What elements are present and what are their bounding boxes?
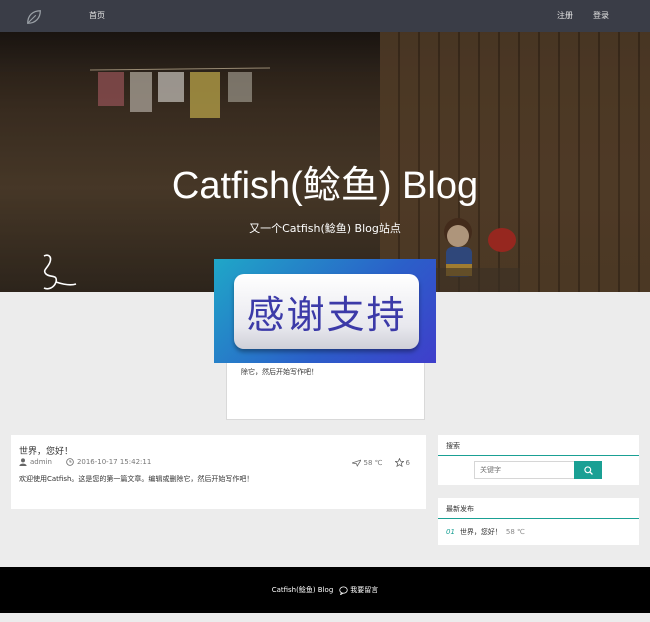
footer-guestbook-link[interactable]: 我要留言 (350, 585, 378, 595)
clock-icon (66, 458, 74, 466)
hero-title: Catfish(鲶鱼) Blog (171, 165, 479, 207)
latest-post-item[interactable]: 01 世界，您好！ 58 ℃ (446, 527, 525, 537)
nav-login-link[interactable]: 登录 (593, 10, 609, 21)
thanks-banner-plate: 感谢支持 (234, 274, 419, 349)
hero-banner: Catfish(鲶鱼) Blog 又一个Catfish(鲶鱼) Blog站点 (0, 32, 650, 292)
latest-posts-widget: 最新发布 01 世界，您好！ 58 ℃ (438, 498, 639, 545)
thanks-banner-image[interactable]: 感谢支持 (214, 259, 436, 363)
hero-subtitle: 又一个Catfish(鲶鱼) Blog站点 (249, 222, 401, 235)
nav-register-link[interactable]: 注册 (557, 10, 573, 21)
post-author[interactable]: admin (30, 458, 52, 466)
top-navbar: 首页 注册 登录 (0, 0, 650, 32)
star-icon[interactable] (394, 458, 404, 467)
footer-site-name: Catfish(鲶鱼) Blog (271, 586, 334, 594)
search-input[interactable] (474, 461, 575, 479)
thanks-banner-text: 感谢支持 (246, 293, 407, 337)
post-date: 2016-10-17 15:42:11 (76, 458, 152, 466)
search-button[interactable] (574, 461, 602, 479)
post-favorites: 6 (405, 458, 410, 467)
post-title-link[interactable]: 世界，您好！ (19, 444, 73, 457)
post-meta: admin 2016-10-17 15:42:11 (19, 458, 151, 466)
footer: Catfish(鲶鱼) Blog 我要留言 (0, 567, 650, 613)
post-views: 58 ℃ (363, 458, 383, 467)
search-icon (583, 465, 593, 475)
user-icon (19, 458, 27, 466)
nav-home-link[interactable]: 首页 (89, 10, 105, 21)
search-widget-title: 搜索 (438, 435, 639, 456)
chat-bubble-icon (339, 585, 348, 595)
plane-icon (351, 459, 361, 467)
latest-post-number: 01 (446, 528, 455, 536)
latest-post-title[interactable]: 世界，您好！ (460, 527, 502, 537)
latest-post-views: 58 ℃ (505, 528, 525, 536)
latest-widget-title: 最新发布 (438, 498, 639, 519)
leaf-logo-icon[interactable] (25, 8, 43, 26)
post-card: 世界，您好！ admin 2016-10-17 15:42:11 58 ℃ 6 … (11, 435, 426, 509)
post-stats: 58 ℃ 6 (351, 458, 410, 467)
popup-card-text: 除它，然后开始写作吧！ (241, 368, 318, 376)
post-excerpt: 欢迎使用Catfish。这是您的第一篇文章。编辑或删除它，然后开始写作吧！ (19, 475, 254, 483)
search-widget: 搜索 (438, 435, 639, 485)
signature-mark-icon (43, 254, 77, 290)
